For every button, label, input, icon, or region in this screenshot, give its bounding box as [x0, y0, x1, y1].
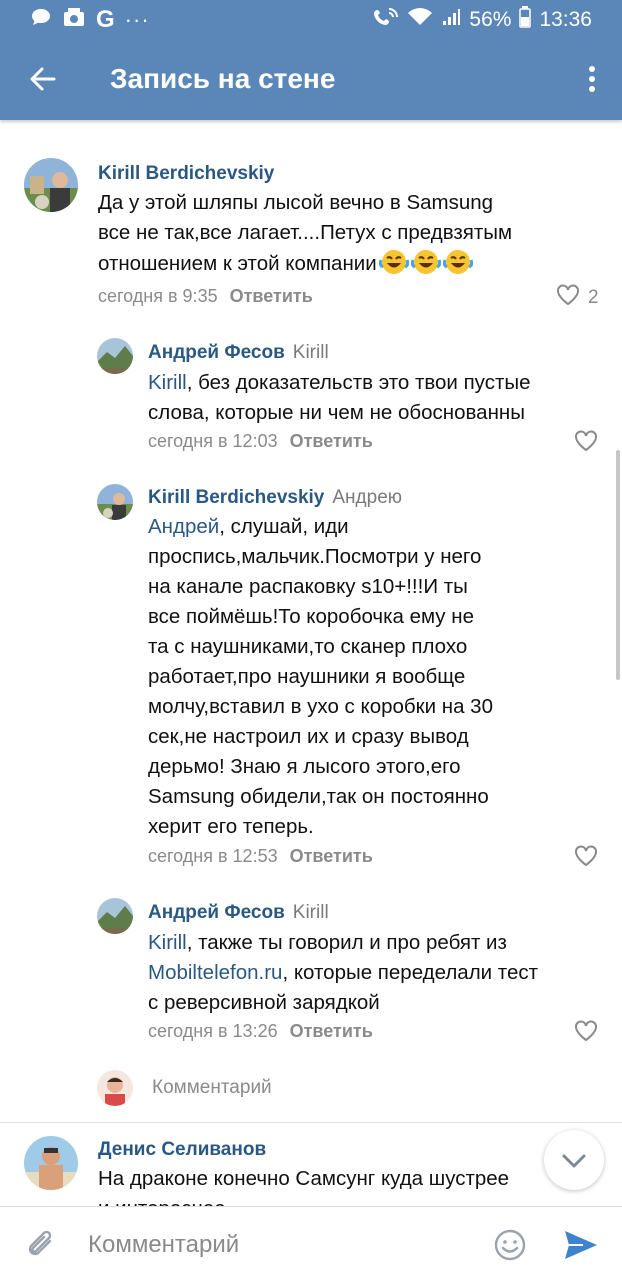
- send-icon[interactable]: [562, 1227, 600, 1263]
- vertical-dots-icon[interactable]: [582, 58, 602, 100]
- status-left: G ···: [30, 6, 150, 34]
- status-right: 56% 13:36: [373, 6, 592, 34]
- wifi-icon: [407, 7, 433, 33]
- reply-to-name[interactable]: Kirill: [293, 902, 329, 923]
- like-count: 2: [588, 287, 599, 308]
- reply-comment-field[interactable]: Комментарий: [0, 1066, 622, 1112]
- scroll-down-button[interactable]: [544, 1130, 604, 1190]
- heart-icon: [556, 284, 580, 312]
- comment-author-line: Андрей Фесов Kirill: [148, 342, 329, 364]
- comment-text: Андрей, слушай, иди проспись,мальчик.Пос…: [148, 515, 493, 838]
- avatar[interactable]: [24, 1136, 78, 1190]
- comment-meta: сегодня в 12:03 Ответить: [148, 431, 373, 452]
- comment-text: Kirill, без доказательств это твои пусты…: [148, 371, 531, 424]
- mention-link[interactable]: Андрей: [148, 515, 219, 538]
- reply-button[interactable]: Ответить: [290, 431, 373, 451]
- reply-button[interactable]: Ответить: [290, 1021, 373, 1041]
- comment-author-line: Денис Селиванов: [98, 1139, 266, 1161]
- reply-button[interactable]: Ответить: [230, 286, 313, 306]
- heart-icon: [574, 1020, 598, 1048]
- chat-bubble-icon: [30, 7, 52, 33]
- author-name[interactable]: Kirill Berdichevskiy: [98, 163, 274, 184]
- avatar[interactable]: [97, 484, 133, 520]
- heart-icon: [574, 430, 598, 458]
- scrollbar[interactable]: [616, 450, 620, 680]
- comment-meta: сегодня в 12:53 Ответить: [148, 846, 373, 867]
- author-name[interactable]: Андрей Фесов: [148, 342, 285, 363]
- author-name[interactable]: Kirill Berdichevskiy: [148, 487, 324, 508]
- signal-icon: [441, 7, 461, 33]
- reply-button[interactable]: Ответить: [290, 846, 373, 866]
- clock: 13:36: [539, 8, 592, 31]
- reply-to-name[interactable]: Kirill: [293, 342, 329, 363]
- more-dots-icon: ···: [124, 7, 150, 32]
- chevron-down-icon: [562, 1154, 586, 1168]
- avatar: [97, 1070, 133, 1106]
- paperclip-icon[interactable]: [24, 1227, 60, 1263]
- page-title: Запись на стене: [110, 63, 336, 94]
- like-button[interactable]: 2: [556, 284, 599, 312]
- reply-comment-placeholder: Комментарий: [152, 1077, 272, 1098]
- comment-author-line: Kirill Berdichevskiy: [98, 163, 274, 185]
- comment-meta: сегодня в 9:35 Ответить: [98, 286, 313, 307]
- reply-to-name[interactable]: Андрею: [332, 487, 402, 508]
- like-button[interactable]: [574, 845, 598, 873]
- tears-of-joy-emoji-icon: [409, 250, 441, 275]
- comment-author-line: Андрей Фесов Kirill: [148, 902, 329, 924]
- comment-input[interactable]: Комментарий: [88, 1231, 239, 1259]
- author-name[interactable]: Денис Селиванов: [98, 1139, 266, 1160]
- comment-text: Да у этой шляпы лысой вечно в Samsung вс…: [98, 191, 513, 275]
- app-bar: Запись на стене: [0, 38, 622, 120]
- divider: [0, 1122, 622, 1123]
- comment-time: сегодня в 12:53: [148, 846, 278, 866]
- comments-feed[interactable]: Kirill Berdichevskiy Да у этой шляпы лыс…: [0, 120, 622, 1206]
- comment-author-line: Kirill Berdichevskiy Андрею: [148, 487, 402, 509]
- mention-link[interactable]: Kirill: [148, 931, 187, 954]
- tears-of-joy-emoji-icon: [377, 250, 409, 275]
- google-g-icon: G: [96, 6, 115, 33]
- avatar[interactable]: [97, 898, 133, 934]
- mention-link[interactable]: Kirill: [148, 371, 187, 394]
- comment-text: Kirill, также ты говорил и про ребят из …: [148, 931, 539, 1014]
- like-button[interactable]: [574, 430, 598, 458]
- tears-of-joy-emoji-icon: [441, 250, 473, 275]
- status-bar: G ··· 56% 13:36: [0, 0, 622, 38]
- avatar[interactable]: [24, 158, 78, 212]
- external-link[interactable]: Mobiltelefon.ru: [148, 961, 282, 984]
- comment-meta: сегодня в 13:26 Ответить: [148, 1021, 373, 1042]
- author-name[interactable]: Андрей Фесов: [148, 902, 285, 923]
- comment-text: На драконе конечно Самсунг куда шустрее …: [98, 1167, 510, 1206]
- like-button[interactable]: [574, 1020, 598, 1048]
- comment-time: сегодня в 13:26: [148, 1021, 278, 1041]
- battery-icon: [519, 6, 532, 34]
- smiley-icon[interactable]: [492, 1227, 528, 1263]
- stopwatch-icon: [62, 6, 86, 34]
- comment-time: сегодня в 12:03: [148, 431, 278, 451]
- battery-percent: 56%: [469, 8, 512, 31]
- avatar[interactable]: [97, 338, 133, 374]
- back-arrow-icon[interactable]: [22, 58, 64, 100]
- comment-composer: Комментарий: [0, 1206, 622, 1280]
- comment-time: сегодня в 9:35: [98, 286, 218, 306]
- heart-icon: [574, 845, 598, 873]
- wifi-call-icon: [373, 6, 399, 34]
